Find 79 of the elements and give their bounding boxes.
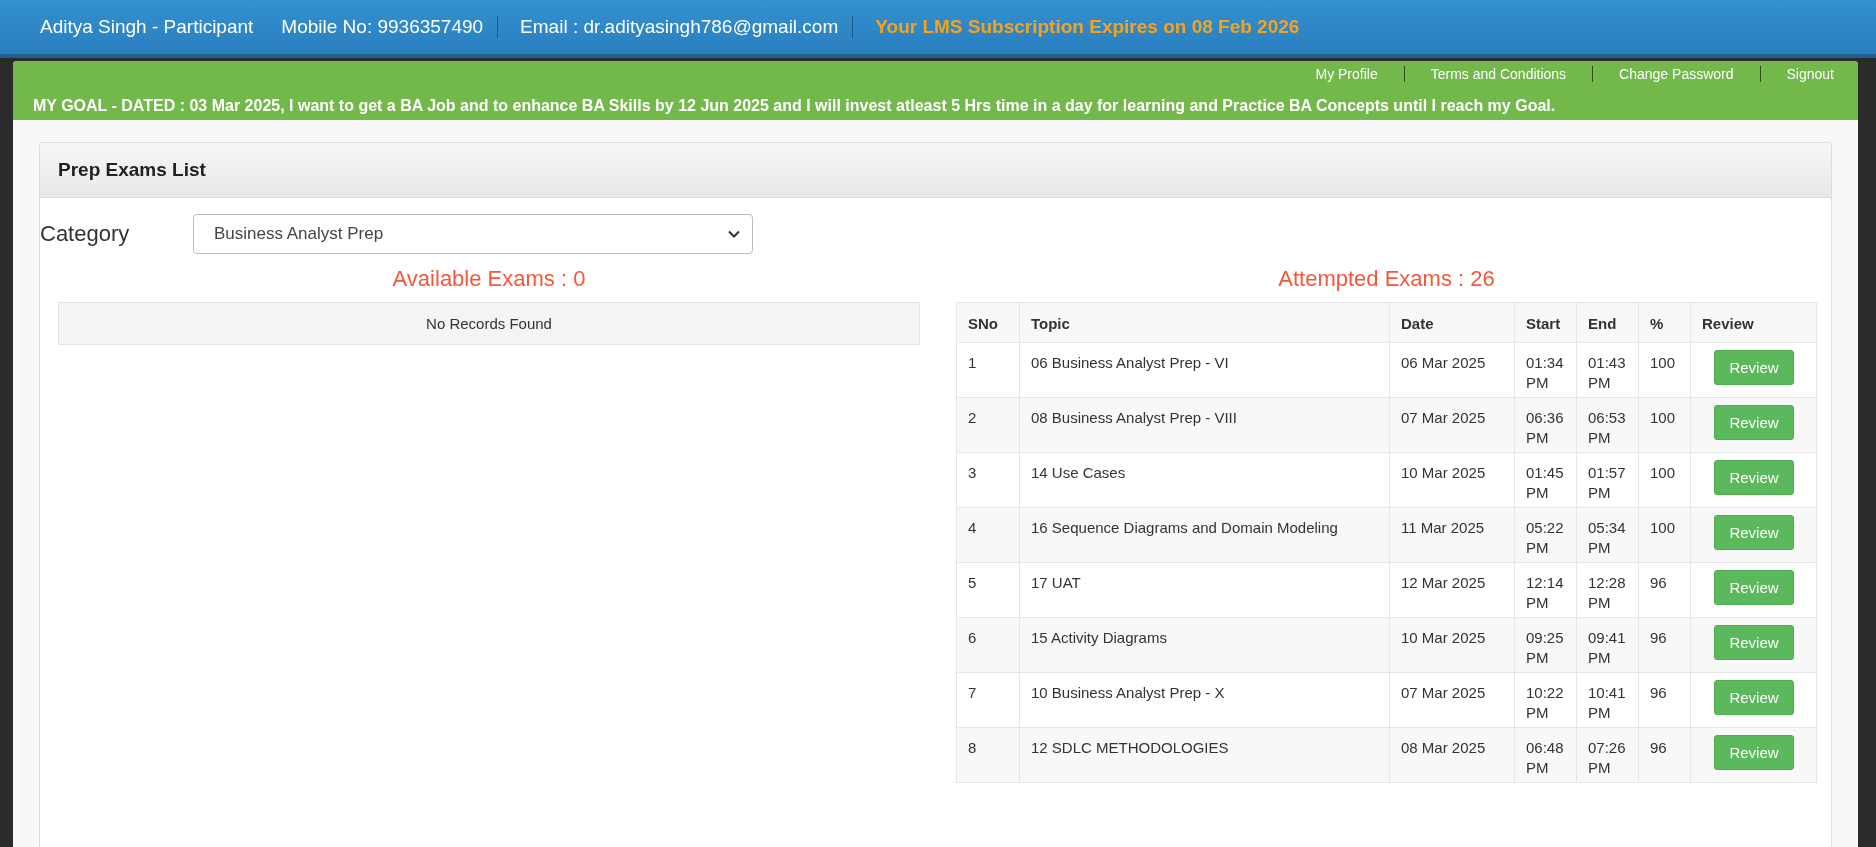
table-cell: 17 UAT xyxy=(1019,562,1390,618)
attempted-exams-heading: Attempted Exams : 26 xyxy=(1277,265,1496,293)
table-cell: 1 xyxy=(956,342,1020,398)
review-button[interactable]: Review xyxy=(1714,625,1794,660)
column-header: % xyxy=(1638,302,1691,343)
nav-link[interactable]: Signout xyxy=(1759,66,1840,82)
table-cell: 10 Mar 2025 xyxy=(1389,452,1515,508)
user-name: Aditya Singh - Participant xyxy=(40,16,255,38)
column-header: Topic xyxy=(1019,302,1390,343)
review-button[interactable]: Review xyxy=(1714,570,1794,605)
table-cell: 09:41 PM xyxy=(1576,617,1639,673)
table-cell: 7 xyxy=(956,672,1020,728)
review-button[interactable]: Review xyxy=(1714,460,1794,495)
table-cell: 01:34 PM xyxy=(1514,342,1577,398)
table-cell: 06:36 PM xyxy=(1514,397,1577,453)
review-button[interactable]: Review xyxy=(1714,350,1794,385)
table-cell: 10:22 PM xyxy=(1514,672,1577,728)
table-cell: 2 xyxy=(956,397,1020,453)
table-cell: 06 Business Analyst Prep - VI xyxy=(1019,342,1390,398)
table-cell: 12:14 PM xyxy=(1514,562,1577,618)
table-cell: 09:25 PM xyxy=(1514,617,1577,673)
empty-message: No Records Found xyxy=(58,302,920,345)
table-cell: 11 Mar 2025 xyxy=(1389,507,1515,563)
panel-title: Prep Exams List xyxy=(58,159,206,181)
table-cell: 96 xyxy=(1638,727,1691,783)
table-cell: 01:45 PM xyxy=(1514,452,1577,508)
table-cell: 100 xyxy=(1638,342,1691,398)
category-select[interactable]: Business Analyst Prep xyxy=(193,214,753,254)
nav-link[interactable]: Change Password xyxy=(1592,66,1760,82)
table-cell: 06 Mar 2025 xyxy=(1389,342,1515,398)
table-cell: 15 Activity Diagrams xyxy=(1019,617,1390,673)
table-cell: 10 Mar 2025 xyxy=(1389,617,1515,673)
table-cell: 07:26 PM xyxy=(1576,727,1639,783)
table-cell: 05:34 PM xyxy=(1576,507,1639,563)
email-address: Email : dr.adityasingh786@gmail.com xyxy=(520,16,854,38)
review-button[interactable]: Review xyxy=(1714,405,1794,440)
table-cell: 100 xyxy=(1638,397,1691,453)
table-cell: 01:43 PM xyxy=(1576,342,1639,398)
table-cell: 10 Business Analyst Prep - X xyxy=(1019,672,1390,728)
chevron-down-icon xyxy=(728,230,740,238)
review-button[interactable]: Review xyxy=(1714,680,1794,715)
nav-link[interactable]: Terms and Conditions xyxy=(1403,66,1593,82)
table-cell: 4 xyxy=(956,507,1020,563)
table-cell: 96 xyxy=(1638,562,1691,618)
table-cell: 100 xyxy=(1638,507,1691,563)
table-cell: 14 Use Cases xyxy=(1019,452,1390,508)
category-label: Category xyxy=(40,221,131,247)
table-cell: 6 xyxy=(956,617,1020,673)
table-cell: 01:57 PM xyxy=(1576,452,1639,508)
subscription-notice: Your LMS Subscription Expires on 08 Feb 2026 xyxy=(875,16,1301,38)
table-cell: 05:22 PM xyxy=(1514,507,1577,563)
table-cell: 12:28 PM xyxy=(1576,562,1639,618)
table-cell: 100 xyxy=(1638,452,1691,508)
table-cell: 06:48 PM xyxy=(1514,727,1577,783)
table-cell: 06:53 PM xyxy=(1576,397,1639,453)
review-button[interactable]: Review xyxy=(1714,515,1794,550)
table-cell: 96 xyxy=(1638,617,1691,673)
table-cell: 96 xyxy=(1638,672,1691,728)
table-cell: 07 Mar 2025 xyxy=(1389,397,1515,453)
available-exams-heading: Available Exams : 0 xyxy=(391,265,587,293)
table-cell: 16 Sequence Diagrams and Domain Modeling xyxy=(1019,507,1390,563)
column-header: Review xyxy=(1690,302,1817,343)
review-button[interactable]: Review xyxy=(1714,735,1794,770)
table-cell: 5 xyxy=(956,562,1020,618)
nav-link[interactable]: My Profile xyxy=(1289,66,1404,82)
table-cell: 12 SDLC METHODOLOGIES xyxy=(1019,727,1390,783)
column-header: End xyxy=(1576,302,1639,343)
table-cell: 08 Mar 2025 xyxy=(1389,727,1515,783)
table-cell: 8 xyxy=(956,727,1020,783)
table-cell: 10:41 PM xyxy=(1576,672,1639,728)
column-header: Start xyxy=(1514,302,1577,343)
table-cell: 3 xyxy=(956,452,1020,508)
table-cell: 12 Mar 2025 xyxy=(1389,562,1515,618)
mobile-number: Mobile No: 9936357490 xyxy=(281,16,499,38)
table-cell: 08 Business Analyst Prep - VIII xyxy=(1019,397,1390,453)
column-header: SNo xyxy=(956,302,1020,343)
column-header: Date xyxy=(1389,302,1515,343)
table-cell: 07 Mar 2025 xyxy=(1389,672,1515,728)
goal-statement: MY GOAL - DATED : 03 Mar 2025, I want to get a BA Job and to enhance BA Skills by 12 Jun 2025 and I will invest atleast 5 Hrs time in a day for learning and Practice BA Concepts until I reach my Goal. xyxy=(33,96,1557,116)
